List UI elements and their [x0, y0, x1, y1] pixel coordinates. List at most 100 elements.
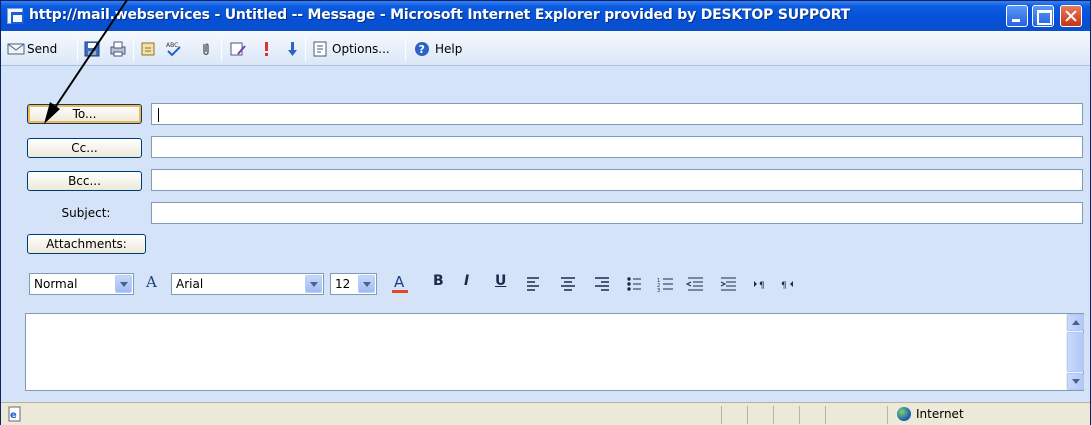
toolbar-separator — [405, 37, 406, 61]
bcc-button-label: Bcc... — [68, 174, 101, 188]
svg-text:¶: ¶ — [759, 281, 765, 291]
high-importance-button[interactable] — [257, 38, 275, 60]
title-bar[interactable]: http://mail.webservices - Untitled -- Me… — [1, 1, 1090, 31]
svg-text:?: ? — [419, 43, 425, 56]
send-button[interactable]: Send — [7, 38, 57, 60]
svg-text:e: e — [10, 410, 17, 421]
status-cell — [799, 406, 825, 424]
italic-button[interactable]: I — [464, 273, 469, 289]
maximize-button[interactable] — [1032, 5, 1054, 27]
scroll-down-button[interactable] — [1067, 373, 1084, 390]
help-label: Help — [435, 42, 463, 56]
toolbar-separator — [77, 37, 78, 61]
address-book-icon — [139, 40, 157, 58]
ie-page-icon: e — [7, 406, 23, 425]
low-importance-button[interactable] — [283, 38, 301, 60]
help-icon: ? — [413, 40, 431, 58]
bullet-list-icon[interactable] — [627, 277, 641, 291]
close-icon — [1061, 6, 1081, 26]
cc-field[interactable] — [151, 136, 1083, 158]
bold-button[interactable]: B — [433, 273, 444, 289]
status-bar: e Internet — [1, 402, 1090, 425]
right-to-left-icon[interactable]: ¶ — [781, 281, 793, 291]
toolbar-separator — [305, 37, 306, 61]
security-zone: Internet — [897, 407, 964, 421]
scroll-thumb[interactable] — [1067, 332, 1084, 372]
scroll-up-button[interactable] — [1067, 314, 1084, 331]
text-cursor — [158, 107, 159, 122]
status-cell — [747, 406, 773, 424]
send-label: Send — [27, 42, 58, 56]
toolbar-separator — [221, 37, 222, 61]
font-color-button[interactable]: A — [392, 273, 408, 293]
align-left-icon[interactable] — [527, 277, 539, 291]
size-select-value: 12 — [335, 277, 351, 291]
window-title: http://mail.webservices - Untitled -- Me… — [29, 7, 851, 23]
increase-indent-icon[interactable] — [720, 277, 736, 291]
help-button[interactable]: ? Help — [413, 38, 462, 60]
spellcheck-icon: ABC — [165, 40, 183, 58]
signature-button[interactable] — [229, 38, 247, 60]
font-icon[interactable]: A — [146, 273, 157, 291]
subject-label: Subject: — [61, 206, 111, 220]
message-body[interactable] — [25, 313, 1084, 391]
options-icon — [311, 40, 329, 58]
to-button-label: To... — [72, 107, 97, 121]
status-cell — [825, 406, 887, 424]
vertical-scrollbar[interactable] — [1066, 314, 1084, 390]
save-button[interactable] — [83, 38, 101, 60]
signature-icon — [229, 40, 247, 58]
style-select-value: Normal — [34, 277, 78, 291]
to-field[interactable] — [151, 103, 1083, 125]
bcc-field[interactable] — [151, 169, 1083, 191]
options-button[interactable]: Options... — [311, 38, 390, 60]
globe-icon — [897, 407, 911, 421]
numbered-list-icon[interactable]: 123 — [657, 278, 673, 293]
ie-window-icon[interactable] — [7, 8, 24, 24]
subject-field[interactable] — [151, 202, 1083, 224]
address-book-button[interactable] — [139, 38, 157, 60]
save-icon — [83, 40, 101, 58]
close-button[interactable] — [1060, 5, 1082, 27]
compose-window: http://mail.webservices - Untitled -- Me… — [0, 0, 1091, 425]
attachments-button[interactable]: Attachments: — [27, 234, 146, 254]
cc-button[interactable]: Cc... — [27, 138, 142, 158]
zone-label: Internet — [916, 407, 964, 421]
print-icon — [109, 40, 127, 58]
style-select[interactable]: Normal — [29, 273, 134, 295]
underline-button[interactable]: U — [495, 273, 506, 289]
minimize-icon — [1007, 6, 1027, 26]
svg-text:ABC: ABC — [166, 42, 178, 49]
minimize-button[interactable] — [1006, 5, 1028, 27]
options-label: Options... — [332, 42, 390, 56]
attach-button[interactable] — [197, 38, 215, 60]
toolbar-separator — [133, 37, 134, 61]
svg-text:¶: ¶ — [781, 281, 787, 291]
paperclip-icon — [197, 40, 215, 58]
chevron-down-icon — [358, 275, 375, 293]
cc-button-label: Cc... — [71, 141, 98, 155]
print-button[interactable] — [109, 38, 127, 60]
align-right-icon[interactable] — [595, 277, 609, 291]
spellcheck-button[interactable]: ABC — [165, 38, 183, 60]
message-toolbar: Send ABC Options... ? Help — [1, 31, 1090, 66]
attachments-button-label: Attachments: — [46, 237, 127, 251]
status-cell — [721, 406, 747, 424]
chevron-down-icon — [305, 275, 322, 293]
status-cell — [773, 406, 799, 424]
send-icon — [7, 40, 25, 58]
chevron-down-icon — [115, 275, 132, 293]
decrease-indent-icon[interactable] — [685, 277, 703, 291]
svg-text:3: 3 — [657, 288, 660, 293]
align-center-icon[interactable] — [561, 277, 575, 291]
font-color-swatch — [392, 290, 408, 293]
font-select[interactable]: Arial — [171, 273, 324, 295]
paragraph-tools: 123 ¶ ¶ — [527, 277, 793, 293]
left-to-right-icon[interactable]: ¶ — [754, 281, 765, 291]
to-button[interactable]: To... — [27, 104, 142, 124]
font-select-value: Arial — [176, 277, 204, 291]
down-arrow-icon — [283, 40, 301, 58]
size-select[interactable]: 12 — [330, 273, 377, 295]
maximize-icon — [1033, 6, 1053, 26]
bcc-button[interactable]: Bcc... — [27, 171, 142, 191]
